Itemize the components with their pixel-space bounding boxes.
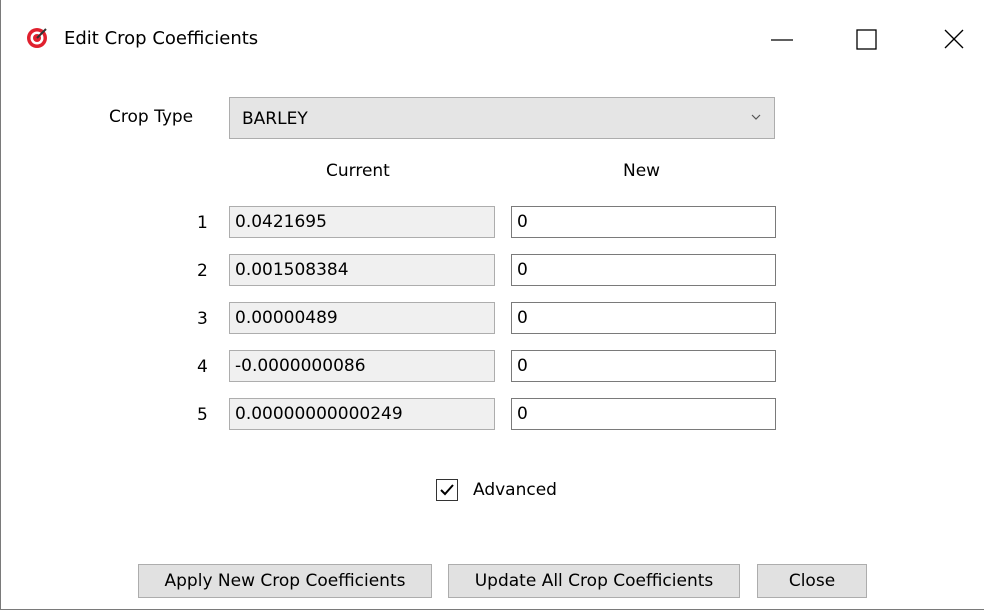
row-index: 2: [197, 261, 208, 281]
window-title: Edit Crop Coefficients: [64, 28, 259, 49]
crop-type-dropdown[interactable]: BARLEY: [229, 97, 775, 139]
current-coefficient-field: 0.001508384: [229, 254, 495, 286]
close-icon: [944, 29, 964, 49]
new-coefficient-input[interactable]: 0: [511, 350, 776, 382]
checkmark-icon: [440, 484, 454, 496]
current-column-header: Current: [326, 161, 390, 181]
row-index: 5: [197, 405, 208, 425]
maximize-icon: [856, 29, 877, 50]
current-coefficient-field: 0.00000489: [229, 302, 495, 334]
new-coefficient-input[interactable]: 0: [511, 398, 776, 430]
minimize-button[interactable]: [753, 14, 813, 64]
dialog-window: Edit Crop Coefficients Crop Type BARLEY …: [0, 0, 984, 610]
target-icon: [27, 28, 47, 48]
current-coefficient-field: 0.0421695: [229, 206, 495, 238]
update-all-coefficients-button[interactable]: Update All Crop Coefficients: [448, 564, 740, 598]
close-button[interactable]: Close: [757, 564, 867, 598]
apply-new-coefficients-button[interactable]: Apply New Crop Coefficients: [138, 564, 432, 598]
title-bar[interactable]: Edit Crop Coefficients: [1, 0, 985, 80]
crop-type-label: Crop Type: [109, 107, 194, 127]
minimize-icon: [771, 39, 793, 41]
current-coefficient-field: 0.00000000000249: [229, 398, 495, 430]
row-index: 1: [197, 213, 208, 233]
chevron-down-icon: [751, 114, 761, 120]
advanced-checkbox[interactable]: [436, 479, 458, 501]
new-coefficient-input[interactable]: 0: [511, 302, 776, 334]
new-coefficient-input[interactable]: 0: [511, 206, 776, 238]
advanced-label[interactable]: Advanced: [473, 479, 557, 501]
crop-type-value: BARLEY: [242, 109, 308, 129]
new-column-header: New: [623, 161, 661, 181]
row-index: 3: [197, 309, 208, 329]
close-window-button[interactable]: [923, 14, 983, 64]
new-coefficient-input[interactable]: 0: [511, 254, 776, 286]
maximize-button[interactable]: [837, 14, 897, 64]
row-index: 4: [197, 357, 208, 377]
current-coefficient-field: -0.0000000086: [229, 350, 495, 382]
